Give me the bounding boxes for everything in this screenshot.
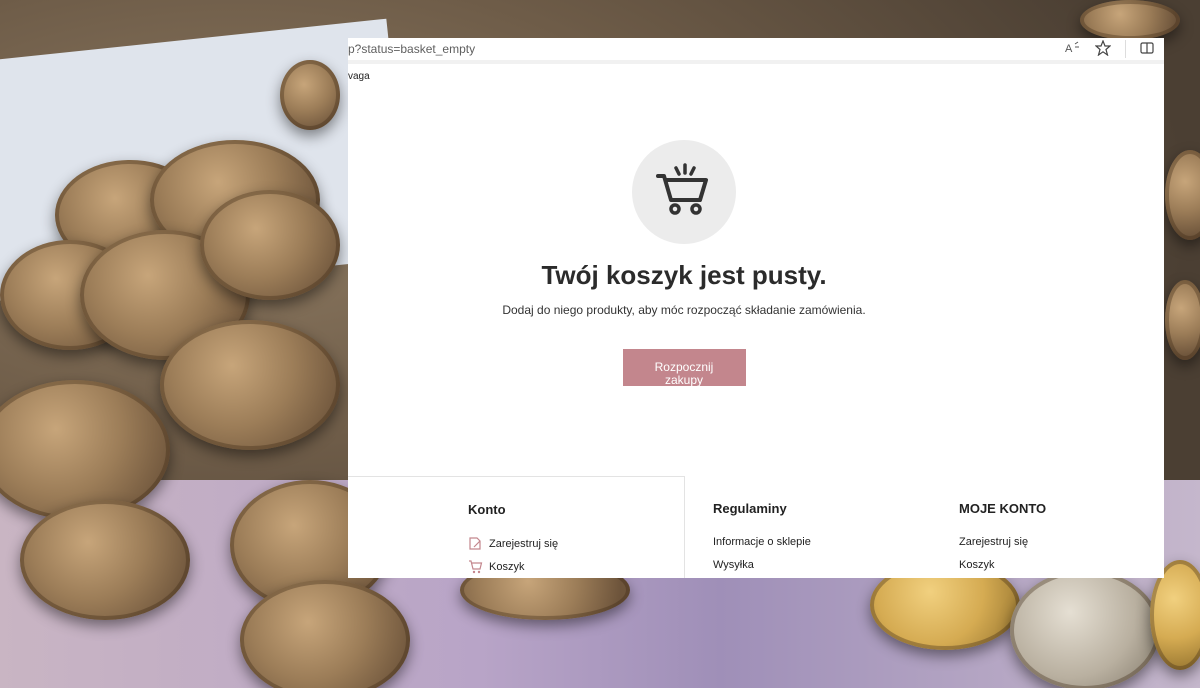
footer-link-cart[interactable]: Koszyk (468, 555, 558, 578)
shopping-cart-icon (656, 163, 708, 215)
favorite-star-icon[interactable] (1094, 38, 1112, 59)
split-screen-icon[interactable] (1140, 41, 1154, 58)
svg-text:A: A (1065, 43, 1073, 55)
address-bar: p?status=basket_empty A (348, 38, 1164, 64)
toolbar-divider (1125, 40, 1126, 58)
url-text[interactable]: p?status=basket_empty (348, 42, 475, 56)
footer-link-shop-info[interactable]: Informacje o sklepie (713, 530, 811, 553)
cart-icon (469, 560, 483, 574)
footer-heading-regulaminy: Regulaminy (713, 501, 787, 516)
footer-heading-konto: Konto (468, 502, 506, 517)
browser-window: p?status=basket_empty A vaga Twój koszyk… (348, 38, 1164, 578)
footer-link-register-2[interactable]: Zarejestruj się (959, 530, 1046, 553)
cart-icon-circle (632, 140, 736, 244)
footer-link-label: Zarejestruj się (489, 537, 559, 550)
footer-link-label: Koszyk (489, 560, 525, 573)
footer-link-shipping[interactable]: Wysyłka (713, 553, 811, 576)
footer-heading-moje-konto: MOJE KONTO (959, 501, 1047, 516)
footer-column-moje-konto: MOJE KONTO Zarejestruj się Koszyk (959, 501, 1046, 576)
footer-column-regulaminy: Regulaminy Informacje o sklepie Wysyłka (713, 501, 811, 576)
start-shopping-button[interactable]: Rozpocznij zakupy (622, 349, 746, 387)
footer: Konto Zarejestruj się Koszyk Regulaminy … (348, 476, 1164, 578)
footer-column-konto: Konto Zarejestruj się Koszyk (468, 502, 558, 578)
address-bar-tools: A (1065, 38, 1164, 59)
read-aloud-icon[interactable]: A (1065, 41, 1081, 58)
footer-link-cart-2[interactable]: Koszyk (959, 553, 1046, 576)
empty-cart-subtitle: Dodaj do niego produkty, aby móc rozpocz… (502, 303, 866, 317)
footer-link-register[interactable]: Zarejestruj się (468, 532, 558, 555)
empty-cart-title: Twój koszyk jest pusty. (541, 260, 827, 290)
breadcrumb[interactable]: vaga (348, 71, 370, 82)
empty-cart-section: Twój koszyk jest pusty. Dodaj do niego p… (348, 140, 1020, 389)
register-icon (469, 537, 481, 550)
